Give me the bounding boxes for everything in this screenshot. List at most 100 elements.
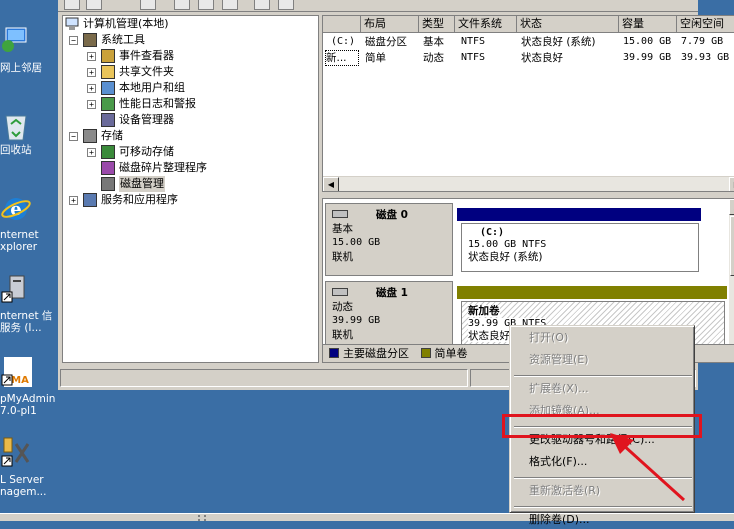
menu-item[interactable]: 资源管理(E) [513, 351, 693, 369]
tree-node-icon [101, 177, 115, 191]
expand-icon[interactable]: + [69, 196, 78, 205]
desktop-icon-recycle-bin[interactable]: 回收站 [0, 110, 58, 160]
disk-state: 联机 [332, 251, 353, 263]
properties-button[interactable] [198, 0, 214, 10]
scroll-left-button[interactable]: ◀ [323, 177, 339, 191]
tree-node-icon [83, 33, 97, 47]
column-header-status[interactable]: 状态 [517, 16, 619, 33]
partition-status: 状态良好 (系统) [468, 251, 543, 263]
desktop-icon-internet-info-services[interactable]: nternet 信 服务 (I... [0, 272, 58, 334]
desktop-icon-internet-explorer[interactable]: e nternet xplorer [0, 193, 58, 253]
disk-0-info[interactable]: 磁盘 0 基本 15.00 GB 联机 [325, 203, 453, 276]
expand-icon[interactable]: + [87, 52, 96, 61]
show-hide-tree-button[interactable] [174, 0, 190, 10]
column-header-capacity[interactable]: 容量 [619, 16, 677, 33]
desktop-icon-network-places[interactable]: 网上邻居 [0, 22, 58, 80]
column-header-filesystem[interactable]: 文件系统 [455, 16, 517, 33]
scroll-thumb[interactable] [730, 216, 734, 276]
annotation-arrow-icon [610, 433, 686, 502]
desktop-icon-label: 回收站 [0, 144, 32, 156]
collapse-icon[interactable]: − [69, 36, 78, 45]
disk-size: 15.00 GB [332, 237, 381, 248]
iis-icon [1, 275, 25, 303]
tree-label: 磁盘管理 [119, 176, 165, 192]
tree-node-icon [101, 49, 115, 63]
network-places-icon [2, 27, 27, 52]
tree-label: 事件查看器 [119, 49, 174, 62]
expand-icon[interactable]: + [87, 68, 96, 77]
table-row[interactable]: (C:) 磁盘分区 基本 NTFS 状态良好 (系统) 15.00 GB 7.7… [323, 34, 734, 50]
legend-swatch-simple [420, 348, 431, 358]
disk-icon [332, 210, 348, 218]
menu-item[interactable]: 删除卷(D)... [513, 511, 693, 529]
legend-label: 简单卷 [434, 347, 468, 360]
tree-label: 可移动存储 [119, 145, 174, 158]
tree-label: 存储 [101, 129, 123, 142]
partition-title: 新加卷 [468, 305, 500, 317]
expand-icon[interactable]: + [87, 148, 96, 157]
internet-explorer-icon: e [1, 198, 31, 220]
delete-button[interactable] [254, 0, 270, 10]
refresh-button[interactable] [278, 0, 294, 10]
computer-icon [65, 17, 79, 30]
svg-text:MA: MA [11, 375, 29, 386]
horizontal-scrollbar[interactable]: ◀ ▶ [323, 176, 734, 191]
column-header-free-space[interactable]: 空闲空间 [677, 16, 734, 33]
disk-icon [332, 288, 348, 296]
tree-node-icon [101, 161, 115, 175]
disk-kind: 基本 [332, 223, 353, 235]
menu-item[interactable]: 打开(O) [513, 329, 693, 347]
cell-filesystem: NTFS [461, 52, 486, 63]
cell-type: 动态 [423, 52, 444, 64]
expand-icon[interactable]: + [87, 100, 96, 109]
desktop-icon-label: L Server nagem... [0, 474, 47, 498]
cell-type: 基本 [423, 36, 444, 48]
cell-free-space: 7.79 GB [681, 36, 724, 47]
collapse-icon[interactable]: − [69, 132, 78, 141]
tree-label: 共享文件夹 [119, 65, 174, 78]
vertical-scrollbar[interactable]: ▲ [729, 199, 734, 362]
sql-server-icon [1, 437, 30, 467]
desktop-icon-label: 网上邻居 [0, 62, 42, 74]
up-button[interactable] [140, 0, 156, 10]
tree-node-icon [101, 65, 115, 79]
desktop-icon-phpmyadmin[interactable]: MA pMyAdmin 7.0-pl1 [0, 355, 58, 417]
status-pane [60, 369, 468, 387]
partition-status: 状态良好 [468, 330, 510, 342]
help-button[interactable] [222, 0, 238, 10]
column-header-layout[interactable]: 布局 [361, 16, 419, 33]
toolbar [58, 0, 698, 12]
desktop-icon-sql-server-management[interactable]: L Server nagem... [0, 436, 58, 502]
tree-label: 计算机管理(本地) [83, 17, 169, 30]
tree-node-icon [83, 193, 97, 207]
column-header-volume[interactable] [323, 16, 361, 33]
disk-name: 磁盘 0 [376, 209, 408, 221]
desktop-icon-label: nternet 信 服务 (I... [0, 310, 53, 334]
cell-capacity: 39.99 GB [623, 52, 672, 63]
forward-button[interactable] [86, 0, 102, 10]
column-header-type[interactable]: 类型 [419, 16, 455, 33]
table-row[interactable]: 新... 简单 动态 NTFS 状态良好 39.99 GB 39.93 GB 9 [323, 50, 734, 66]
partition-type-bar [457, 208, 701, 221]
scroll-right-button[interactable]: ▶ [729, 177, 734, 191]
expand-icon[interactable]: + [87, 84, 96, 93]
desktop-icon-label: nternet xplorer [0, 229, 39, 253]
cell-free-space: 39.93 GB [681, 52, 730, 63]
back-button[interactable] [64, 0, 80, 10]
disk-size: 39.99 GB [332, 315, 381, 326]
partition-size-fs: 15.00 GB NTFS [468, 239, 547, 250]
cell-volume: 新... [325, 50, 359, 66]
menu-item[interactable]: 扩展卷(X)... [513, 380, 693, 398]
tree-label: 设备管理器 [119, 113, 174, 126]
scroll-up-button[interactable]: ▲ [729, 199, 734, 215]
legend-swatch-primary [329, 348, 339, 358]
tree-node-icon [101, 145, 115, 159]
taskbar-grip[interactable] [198, 515, 206, 521]
menu-separator [514, 506, 692, 508]
tree-node-icon [83, 129, 97, 143]
cell-status: 状态良好 (系统) [521, 36, 596, 48]
cell-capacity: 15.00 GB [623, 36, 672, 47]
partition-c[interactable]: (C:) 15.00 GB NTFS 状态良好 (系统) [461, 223, 699, 272]
cell-layout: 磁盘分区 [365, 36, 407, 48]
partition-title: (C:) [480, 227, 505, 238]
